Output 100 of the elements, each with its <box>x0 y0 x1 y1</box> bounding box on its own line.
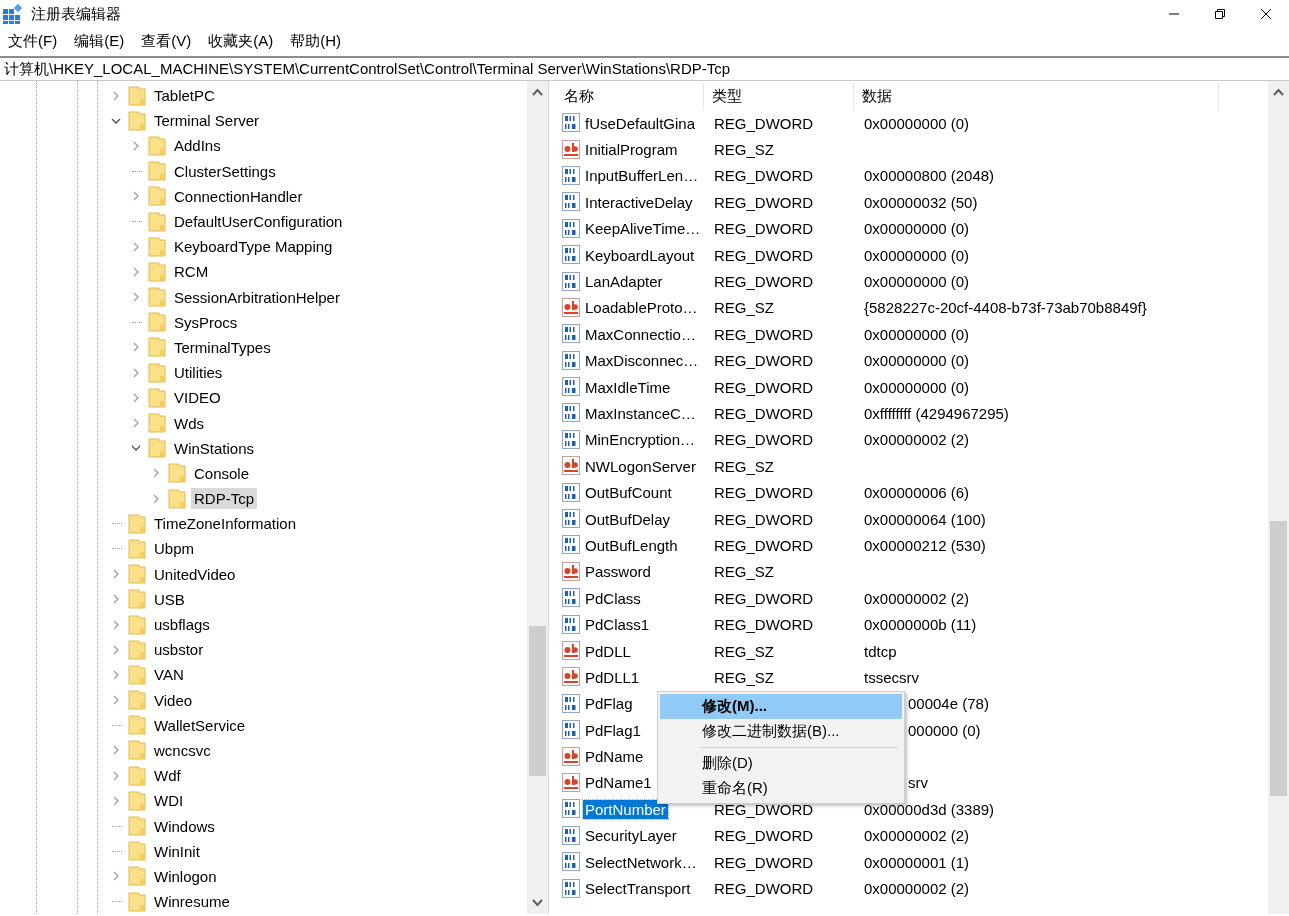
menu-option[interactable]: 删除(D) <box>660 751 902 776</box>
folder-icon <box>128 110 146 131</box>
tree-item[interactable]: usbflags <box>151 614 213 636</box>
menu-item[interactable]: 查看(V) <box>141 32 192 51</box>
value-name[interactable]: fUseDefaultGina <box>583 113 698 133</box>
tree-item[interactable]: WinStations <box>171 437 258 459</box>
tree-item[interactable]: Winresume <box>151 891 233 913</box>
value-name[interactable]: InitialProgram <box>583 140 680 160</box>
value-name[interactable]: PdClass <box>583 588 643 608</box>
scrollbar-thumb[interactable] <box>529 626 546 776</box>
value-name[interactable]: MinEncryption… <box>583 430 698 450</box>
tree-item[interactable]: USB <box>151 588 188 610</box>
tree-item[interactable]: TabletPC <box>151 85 218 107</box>
column-header[interactable]: 类型 <box>704 83 854 110</box>
value-name[interactable]: LanAdapter <box>583 272 665 292</box>
tree-item[interactable]: Windows <box>151 815 218 837</box>
value-type: REG_DWORD <box>714 352 814 370</box>
tree-item[interactable]: Ubpm <box>151 538 197 560</box>
value-name[interactable]: PdDLL1 <box>583 667 642 687</box>
value-name[interactable]: NWLogonServer <box>583 456 698 476</box>
folder-icon <box>148 261 166 282</box>
value-name[interactable]: Password <box>583 562 653 582</box>
value-data: 0x00000002 (2) <box>864 431 970 449</box>
value-name[interactable]: MaxConnectio… <box>583 324 698 344</box>
menu-item[interactable]: 帮助(H) <box>290 32 341 51</box>
tree-item[interactable]: ConnectionHandler <box>171 185 306 207</box>
value-data: 0x00000000 (0) <box>864 273 970 291</box>
value-name[interactable]: SecurityLayer <box>583 826 679 846</box>
scroll-up-icon[interactable] <box>532 87 543 98</box>
value-name[interactable]: LoadableProto… <box>583 298 700 318</box>
close-icon <box>1260 8 1272 20</box>
folder-icon <box>128 513 146 534</box>
folder-icon <box>168 463 186 484</box>
value-type: REG_SZ <box>714 299 774 317</box>
tree-item[interactable]: UnitedVideo <box>151 563 239 585</box>
tree-item[interactable]: KeyboardType Mapping <box>171 236 336 258</box>
value-name[interactable]: PdDLL <box>583 641 633 661</box>
tree-item[interactable]: Wds <box>171 412 207 434</box>
scrollbar[interactable] <box>527 81 548 914</box>
scrollbar-thumb[interactable] <box>1270 521 1287 796</box>
column-header[interactable]: 名称 <box>556 83 704 110</box>
scrollbar[interactable] <box>1268 81 1289 914</box>
value-name[interactable]: PdName <box>583 747 646 767</box>
value-name[interactable]: MaxInstanceC… <box>583 404 698 423</box>
value-name[interactable]: OutBufDelay <box>583 509 673 529</box>
value-name[interactable]: OutBufCount <box>583 483 674 503</box>
scroll-down-icon[interactable] <box>532 897 543 908</box>
value-data: 0x00000032 (50) <box>864 193 978 211</box>
tree-item[interactable]: ClusterSettings <box>171 160 279 182</box>
tree-item[interactable]: DefaultUserConfiguration <box>171 211 346 233</box>
menu-item[interactable]: 文件(F) <box>8 32 58 51</box>
value-name[interactable]: OutBufLength <box>583 535 680 555</box>
tree-item[interactable]: TimeZoneInformation <box>151 513 299 535</box>
value-name[interactable]: KeyboardLayout <box>583 245 697 265</box>
value-name[interactable]: InputBufferLen… <box>583 166 701 186</box>
folder-icon <box>148 211 166 232</box>
tree-item[interactable]: Video <box>151 689 196 711</box>
tree-item[interactable]: RDP-Tcp <box>191 488 257 510</box>
menu-item[interactable]: 收藏夹(A) <box>208 32 274 51</box>
tree-item[interactable]: Console <box>191 462 253 484</box>
tree-item[interactable]: Utilities <box>171 362 226 384</box>
scroll-up-icon[interactable] <box>1273 87 1284 98</box>
tree-item[interactable]: WinInit <box>151 840 203 862</box>
value-name[interactable]: MaxDisconnec… <box>583 351 701 371</box>
tree-item[interactable]: RCM <box>171 261 212 283</box>
folder-icon <box>128 891 146 912</box>
value-name[interactable]: PdName1 <box>583 773 654 793</box>
value-name[interactable]: PdFlag <box>583 694 635 714</box>
tree-item[interactable]: SysProcs <box>171 311 241 333</box>
value-data: tdtcp <box>864 642 897 660</box>
value-name[interactable]: PdFlag1 <box>583 720 643 740</box>
folder-icon <box>148 362 166 383</box>
value-name[interactable]: PortNumber <box>583 799 668 819</box>
value-name[interactable]: InteractiveDelay <box>583 192 695 212</box>
tree-item[interactable]: Terminal Server <box>151 110 263 132</box>
address-bar[interactable]: 计算机\HKEY_LOCAL_MACHINE\SYSTEM\CurrentControlSet\Control\Terminal Server\WinStations\RDP-Tcp <box>0 56 1289 81</box>
tree-item[interactable]: VIDEO <box>171 387 224 409</box>
tree-item[interactable]: Wdf <box>151 765 184 787</box>
menu-item[interactable]: 编辑(E) <box>74 32 125 51</box>
tree-item[interactable]: VAN <box>151 664 187 686</box>
menu-option[interactable]: 重命名(R) <box>660 776 902 801</box>
tree-item[interactable]: AddIns <box>171 135 224 157</box>
tree-item[interactable]: TerminalTypes <box>171 336 274 358</box>
column-header[interactable]: 数据 <box>854 83 1219 110</box>
tree-item[interactable]: WalletService <box>151 714 249 736</box>
tree-item[interactable]: WDI <box>151 790 187 812</box>
tree-item[interactable]: Winlogon <box>151 865 220 887</box>
menu-option[interactable]: 修改二进制数据(B)... <box>660 719 902 744</box>
value-name[interactable]: SelectNetwork… <box>583 852 699 872</box>
value-name[interactable]: SelectTransport <box>583 879 693 898</box>
value-data: 0x00000000 (0) <box>864 246 970 264</box>
value-name[interactable]: PdClass1 <box>583 615 652 635</box>
tree-item[interactable]: wcncsvc <box>151 739 214 761</box>
value-name[interactable]: KeepAliveTime… <box>583 219 703 239</box>
menu-option[interactable]: 修改(M)... <box>660 694 902 719</box>
tree-item[interactable]: usbstor <box>151 639 207 661</box>
tree-item[interactable]: SessionArbitrationHelper <box>171 286 343 308</box>
folder-icon <box>128 614 146 635</box>
value-data: 0x0000000b (11) <box>864 616 977 634</box>
value-name[interactable]: MaxIdleTime <box>583 377 673 397</box>
